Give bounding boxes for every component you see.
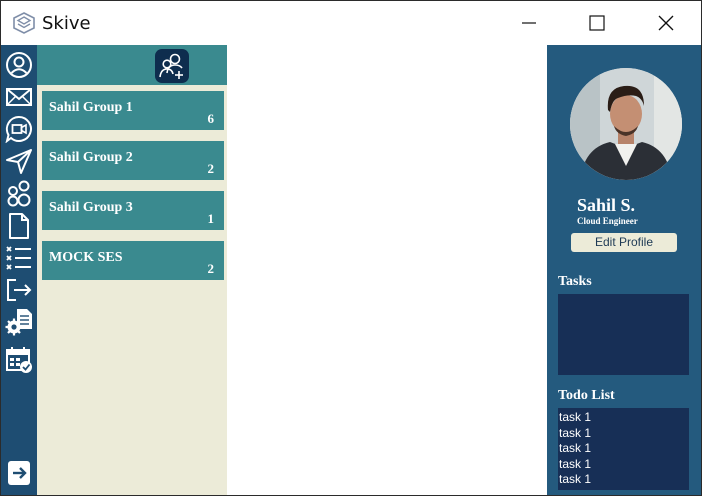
todo-item[interactable]: task 1	[558, 410, 591, 426]
group-item[interactable]: Sahil Group 1 6	[42, 91, 224, 130]
title-bar: Skive	[1, 1, 701, 45]
group-count-badge: 1	[207, 211, 215, 226]
todo-list: task 1 task 1 task 1 task 1 task 1	[558, 410, 591, 488]
video-chat-icon[interactable]	[5, 115, 33, 143]
send-icon[interactable]	[5, 147, 33, 175]
todo-list-box: task 1 task 1 task 1 task 1 task 1	[558, 408, 689, 490]
document-icon[interactable]	[5, 212, 33, 240]
profile-name: Sahil S.	[577, 195, 636, 215]
logout-icon[interactable]	[5, 276, 33, 304]
window-title: Skive	[42, 13, 91, 34]
group-name: Sahil Group 3	[49, 200, 133, 215]
profile-photo	[570, 68, 682, 180]
edit-profile-button[interactable]: Edit Profile	[571, 233, 677, 252]
groups-header	[37, 45, 227, 85]
settings-document-icon[interactable]	[5, 308, 33, 336]
icon-sidebar	[1, 45, 37, 495]
todo-item[interactable]: task 1	[558, 441, 591, 457]
todo-heading: Todo List	[558, 388, 615, 403]
todo-item[interactable]: task 1	[558, 472, 591, 488]
profile-role: Cloud Engineer	[577, 216, 638, 226]
todo-item[interactable]: task 1	[558, 426, 591, 442]
group-name: Sahil Group 1	[49, 100, 133, 115]
maximize-button[interactable]	[574, 1, 620, 45]
close-button[interactable]	[643, 1, 689, 45]
group-count-badge: 6	[207, 111, 215, 126]
groups-icon[interactable]	[5, 179, 33, 207]
add-group-button[interactable]	[155, 49, 189, 83]
app-logo-icon	[13, 12, 35, 34]
tasks-box	[558, 294, 689, 375]
avatar	[570, 68, 682, 180]
minimize-button[interactable]	[506, 1, 552, 45]
checklist-icon[interactable]	[5, 244, 33, 272]
groups-list: Sahil Group 1 6 Sahil Group 2 2 Sahil Gr…	[37, 85, 227, 495]
group-name: MOCK SES	[49, 250, 123, 265]
tasks-heading: Tasks	[558, 274, 592, 289]
app-window: Skive Sahil Group 1 6 Sahil Group 2 2 Sa…	[0, 0, 702, 496]
calendar-check-icon[interactable]	[5, 346, 33, 374]
todo-item[interactable]: task 1	[558, 457, 591, 473]
exit-arrow-icon[interactable]	[5, 459, 33, 487]
add-user-icon	[159, 53, 183, 79]
profile-icon[interactable]	[5, 51, 33, 79]
group-item[interactable]: MOCK SES 2	[42, 241, 224, 280]
profile-panel: Sahil S. Cloud Engineer Edit Profile Tas…	[547, 45, 701, 495]
group-item[interactable]: Sahil Group 2 2	[42, 141, 224, 180]
group-count-badge: 2	[207, 161, 215, 176]
main-content-area	[227, 45, 547, 495]
group-count-badge: 2	[207, 261, 215, 276]
mail-icon[interactable]	[5, 83, 33, 111]
group-item[interactable]: Sahil Group 3 1	[42, 191, 224, 230]
group-name: Sahil Group 2	[49, 150, 133, 165]
